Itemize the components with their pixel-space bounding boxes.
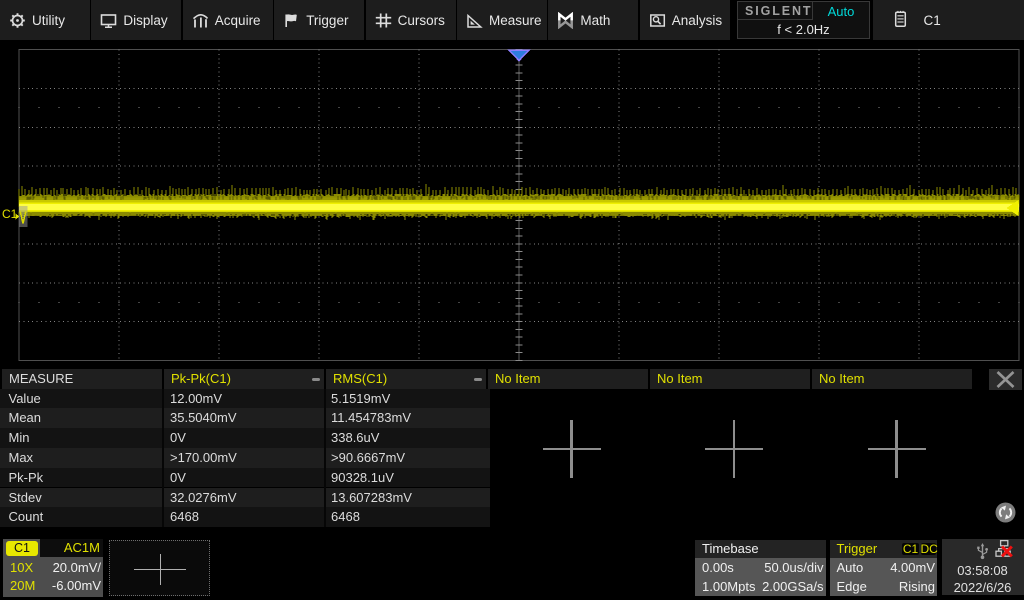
svg-text:C1: C1 [2,207,18,221]
